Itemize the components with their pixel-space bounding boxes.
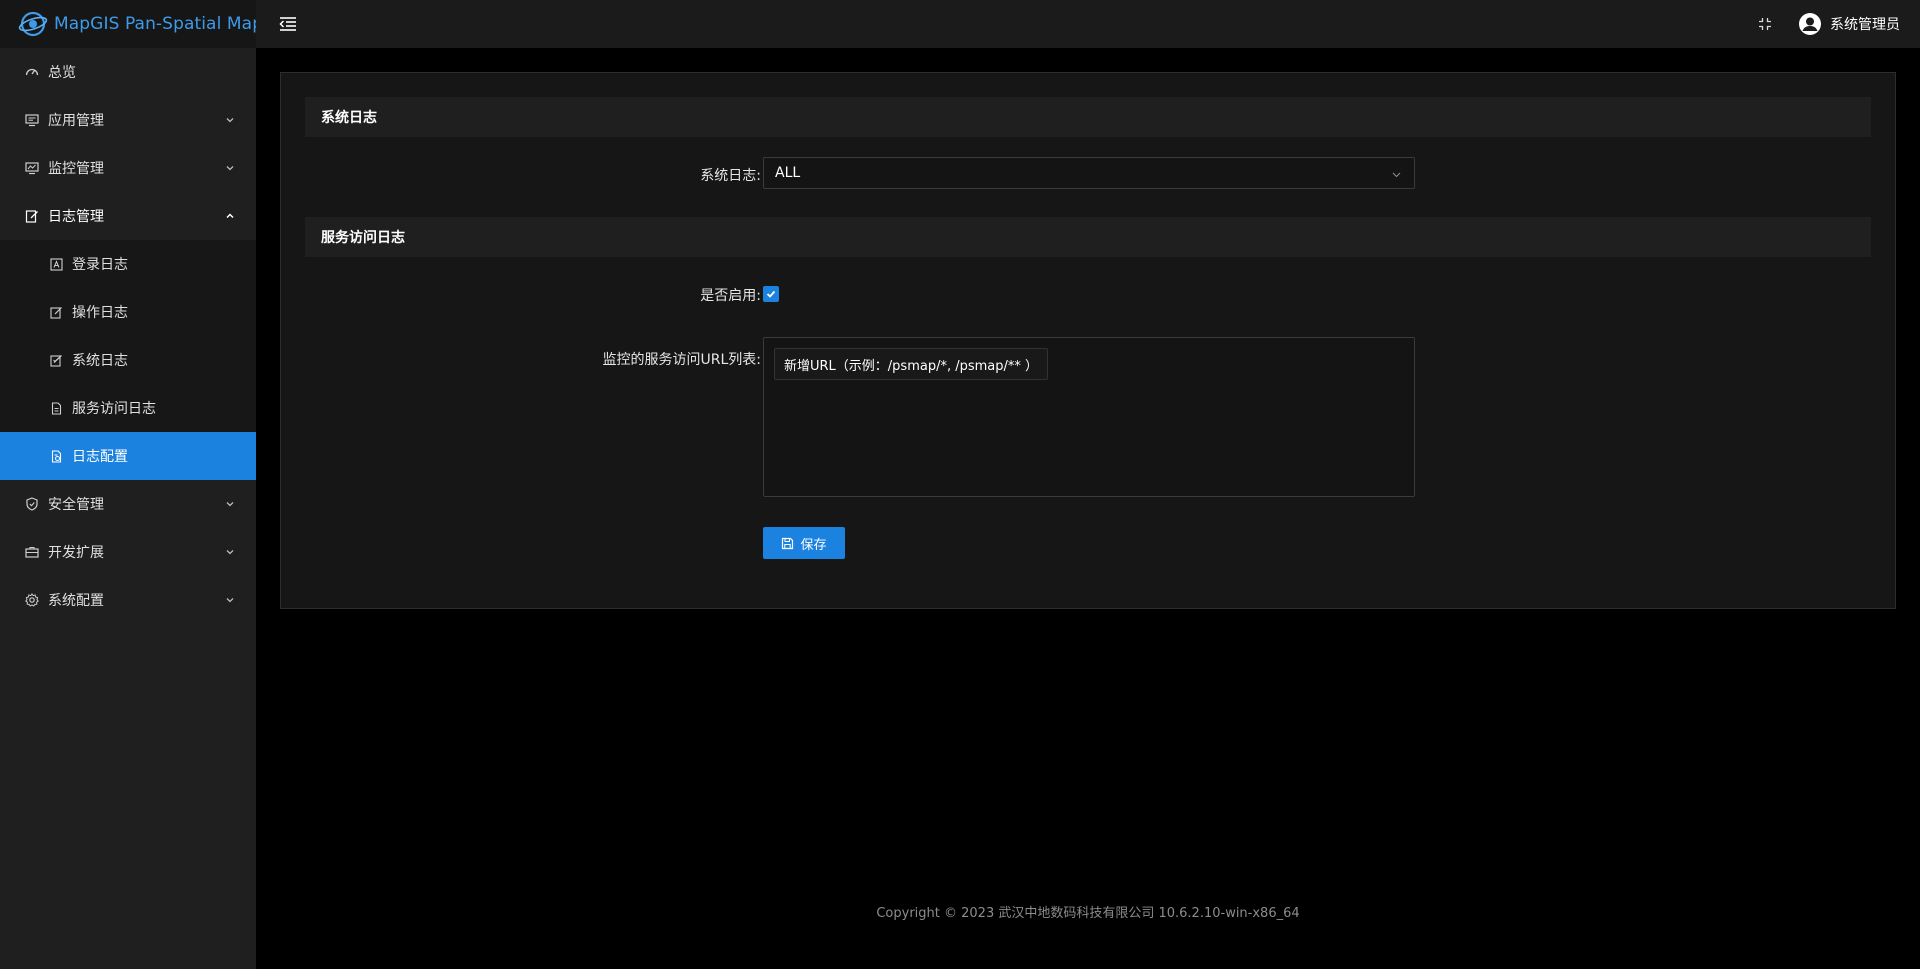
sidebar-item-log-config[interactable]: 日志配置 [0,432,256,480]
sidebar-item-label: 安全管理 [48,497,104,513]
service-log-section-title: 服务访问日志 [305,217,1871,257]
url-list-label: 监控的服务访问URL列表: [602,352,762,368]
sidebar-menu: 总览 应用管理 监控管理 日志管理 [0,48,256,240]
edit-log-icon [24,208,40,224]
sidebar-item-label: 日志配置 [72,449,128,465]
sidebar-item-label: 服务访问日志 [72,401,156,417]
sidebar-item-app-management[interactable]: 应用管理 [0,96,256,144]
menu-fold-icon[interactable] [278,14,298,34]
sidebar-item-dev-extension[interactable]: 开发扩展 [0,528,256,576]
sidebar-item-system-log[interactable]: 系统日志 [0,336,256,384]
header-right: 系统管理员 [1756,0,1900,48]
login-log-icon [48,256,64,272]
user-avatar-icon[interactable] [1798,12,1822,36]
monitor-icon [24,112,40,128]
sidebar-item-label: 开发扩展 [48,545,104,561]
save-button[interactable]: 保存 [763,527,845,559]
sidebar-item-monitor-management[interactable]: 监控管理 [0,144,256,192]
shield-icon [24,496,40,512]
enabled-label: 是否启用: [700,288,761,304]
log-submenu: 登录日志 操作日志 系统日志 服务访问日志 日志配置 [0,240,256,480]
sidebar-item-label: 操作日志 [72,305,128,321]
system-log-label: 系统日志: [700,168,761,184]
chevron-down-icon [224,114,236,126]
save-button-label: 保存 [800,537,827,553]
system-log-level-select[interactable]: ALL [763,157,1415,189]
chevron-down-icon [224,162,236,174]
sidebar-item-system-config[interactable]: 系统配置 [0,576,256,624]
log-config-panel: 系统日志 系统日志: ALL 服务访问日志 是否启用: 监控的服务访问URL列表… [280,72,1896,609]
sidebar-item-label: 日志管理 [48,209,104,225]
app-title: MapGIS Pan-Spatial Map [54,14,264,34]
operation-log-icon [48,304,64,320]
chevron-down-icon [1391,168,1402,184]
log-config-icon [48,448,64,464]
dashboard-icon [24,64,40,80]
gear-icon [24,592,40,608]
sidebar: MapGIS Pan-Spatial Map 总览 应用管理 监控管理 日志管理… [0,0,263,969]
sidebar-item-security-management[interactable]: 安全管理 [0,480,256,528]
url-list-box[interactable]: 新增URL（示例：/psmap/*, /psmap/** ） [763,337,1415,497]
file-log-icon [48,400,64,416]
sidebar-item-label: 系统配置 [48,593,104,609]
system-log-icon [48,352,64,368]
globe-logo-icon [18,11,48,37]
toolbox-icon [24,544,40,560]
sidebar-item-operation-log[interactable]: 操作日志 [0,288,256,336]
sidebar-item-label: 系统日志 [72,353,128,369]
chevron-down-icon [224,594,236,606]
app-logo[interactable]: MapGIS Pan-Spatial Map [0,0,263,48]
chevron-down-icon [224,546,236,558]
fullscreen-icon[interactable] [1756,15,1774,33]
add-url-tag[interactable]: 新增URL（示例：/psmap/*, /psmap/** ） [774,348,1049,380]
sidebar-item-label: 应用管理 [48,113,104,129]
top-header: 系统管理员 [256,0,1920,48]
enabled-checkbox[interactable] [763,286,779,302]
sidebar-item-service-access-log[interactable]: 服务访问日志 [0,384,256,432]
sidebar-item-overview[interactable]: 总览 [0,48,256,96]
chevron-up-icon [224,210,236,222]
sidebar-menu-lower: 安全管理 开发扩展 系统配置 [0,480,256,624]
system-log-section-title: 系统日志 [305,97,1871,137]
sidebar-item-label: 监控管理 [48,161,104,177]
check-icon [766,290,776,298]
footer-copyright: Copyright © 2023 武汉中地数码科技有限公司 10.6.2.10-… [876,906,1300,921]
sidebar-item-label: 登录日志 [72,257,128,273]
system-log-level-value: ALL [775,165,801,181]
username[interactable]: 系统管理员 [1830,14,1900,34]
sidebar-item-label: 总览 [48,65,76,81]
sidebar-item-log-management[interactable]: 日志管理 [0,192,256,240]
chevron-down-icon [224,498,236,510]
chart-monitor-icon [24,160,40,176]
save-icon [781,537,794,550]
sidebar-item-login-log[interactable]: 登录日志 [0,240,256,288]
